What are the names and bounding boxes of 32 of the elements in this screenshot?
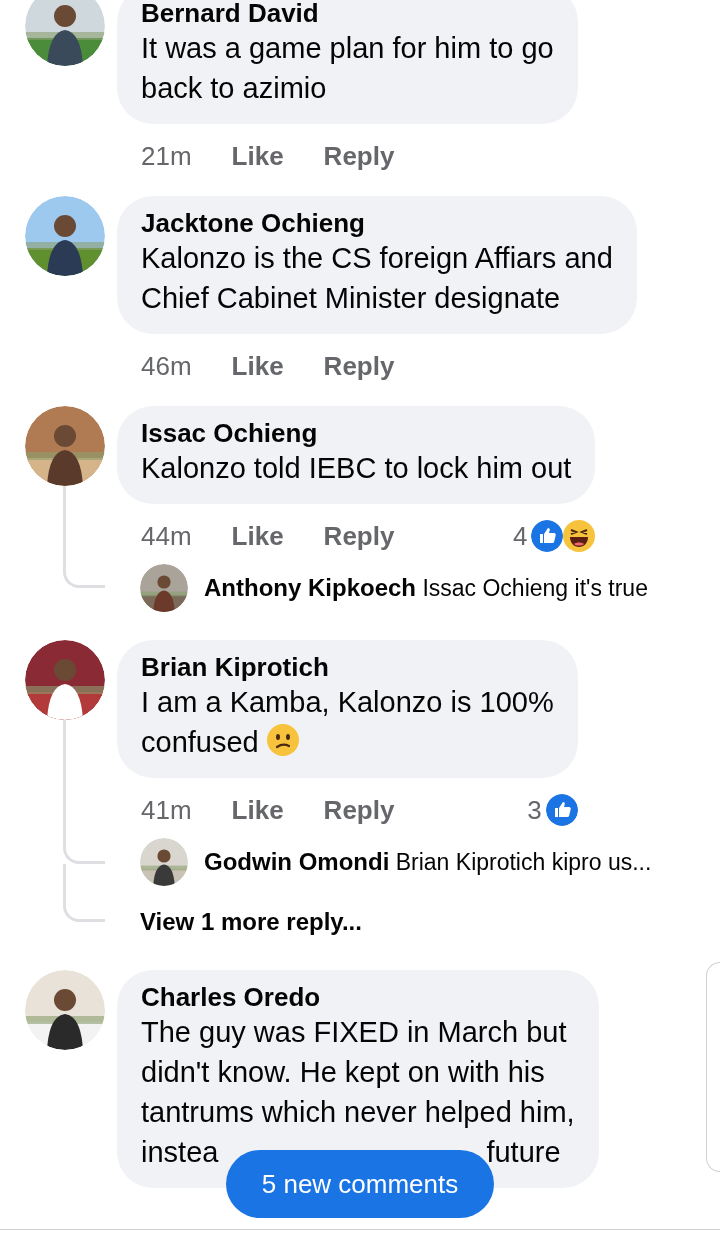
- comment-text: It was a game plan for him to go back to azimio: [141, 31, 554, 106]
- commenter-name[interactable]: Brian Kiprotich: [141, 652, 554, 682]
- reply-link[interactable]: Reply: [323, 516, 395, 556]
- like-icon: [531, 520, 564, 552]
- comment-time: 41m: [141, 793, 192, 827]
- commenter-name[interactable]: Bernard David: [141, 0, 554, 28]
- like-link[interactable]: Like: [231, 790, 284, 830]
- commenter-name[interactable]: Issac Ochieng: [141, 418, 572, 448]
- reply-link[interactable]: Reply: [323, 790, 395, 830]
- view-more-replies-link[interactable]: View 1 more reply...: [140, 904, 362, 940]
- like-link[interactable]: Like: [231, 346, 284, 386]
- reply-link[interactable]: Reply: [323, 346, 395, 386]
- reply-link[interactable]: Reply: [323, 136, 395, 176]
- thread-connector: [63, 556, 105, 588]
- like-link[interactable]: Like: [231, 516, 284, 556]
- reaction-count: 3: [527, 793, 542, 827]
- reply-text: Anthony Kipkoech Issac Ochieng it's true: [204, 573, 648, 603]
- comment-time: 46m: [141, 349, 192, 383]
- comment-time: 21m: [141, 139, 192, 173]
- commenter-name[interactable]: Charles Oredo: [141, 982, 575, 1012]
- like-icon: [545, 794, 578, 826]
- comment-text: I am a Kamba, Kalonzo is 100% confused: [141, 685, 554, 760]
- like-link[interactable]: Like: [231, 136, 284, 176]
- comment-text: Kalonzo is the CS foreign Affiars and Chief Cabinet Minister designate: [141, 241, 613, 316]
- reaction-count: 4: [512, 519, 528, 553]
- comment-time: 44m: [141, 519, 192, 553]
- reply-text: Godwin Omondi Brian Kiprotich kipro us...: [204, 847, 652, 877]
- comment-text: Kalonzo told IEBC to lock him out: [141, 451, 572, 486]
- thread-line: [63, 486, 66, 556]
- confused-face-icon: [266, 724, 299, 756]
- commenter-name[interactable]: Jacktone Ochieng: [141, 208, 613, 238]
- laughing-face-icon: [563, 520, 596, 552]
